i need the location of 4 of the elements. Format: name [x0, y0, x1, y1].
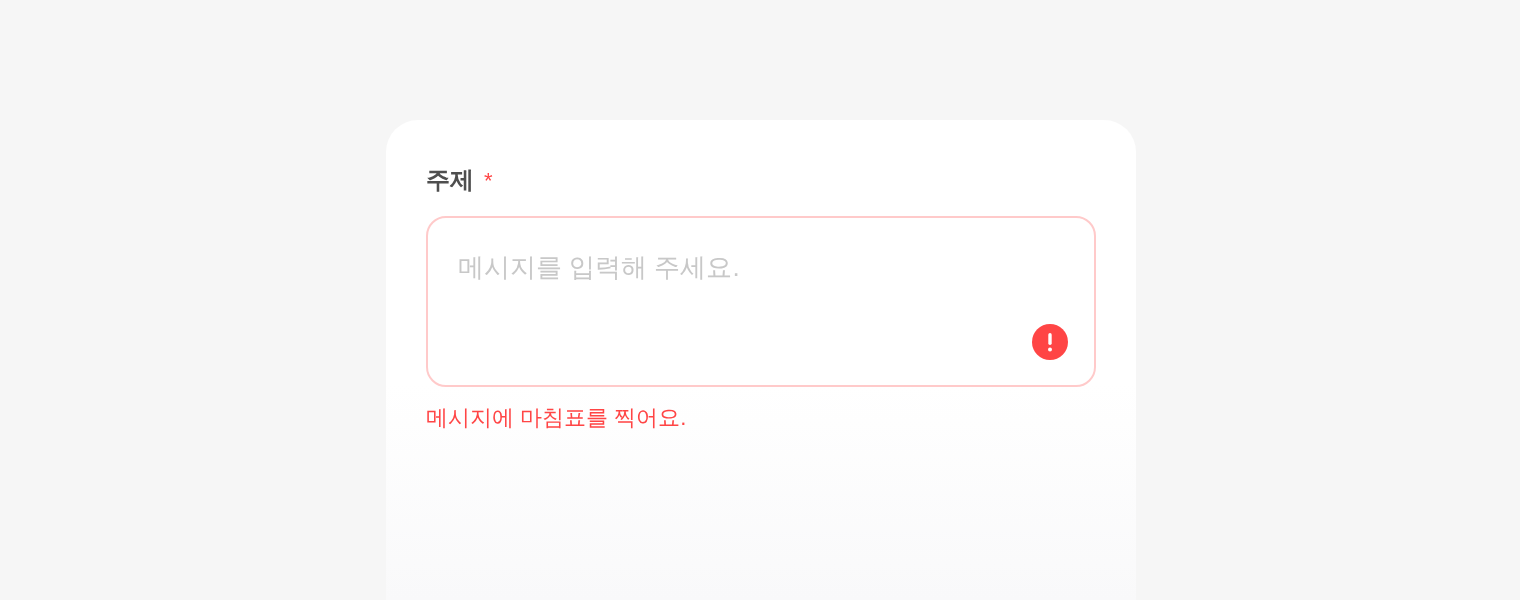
error-icon [1032, 324, 1068, 360]
required-mark: * [484, 166, 493, 195]
error-message: 메시지에 마침표를 찍어요. [426, 404, 688, 432]
field-label: 주제 [426, 165, 474, 195]
